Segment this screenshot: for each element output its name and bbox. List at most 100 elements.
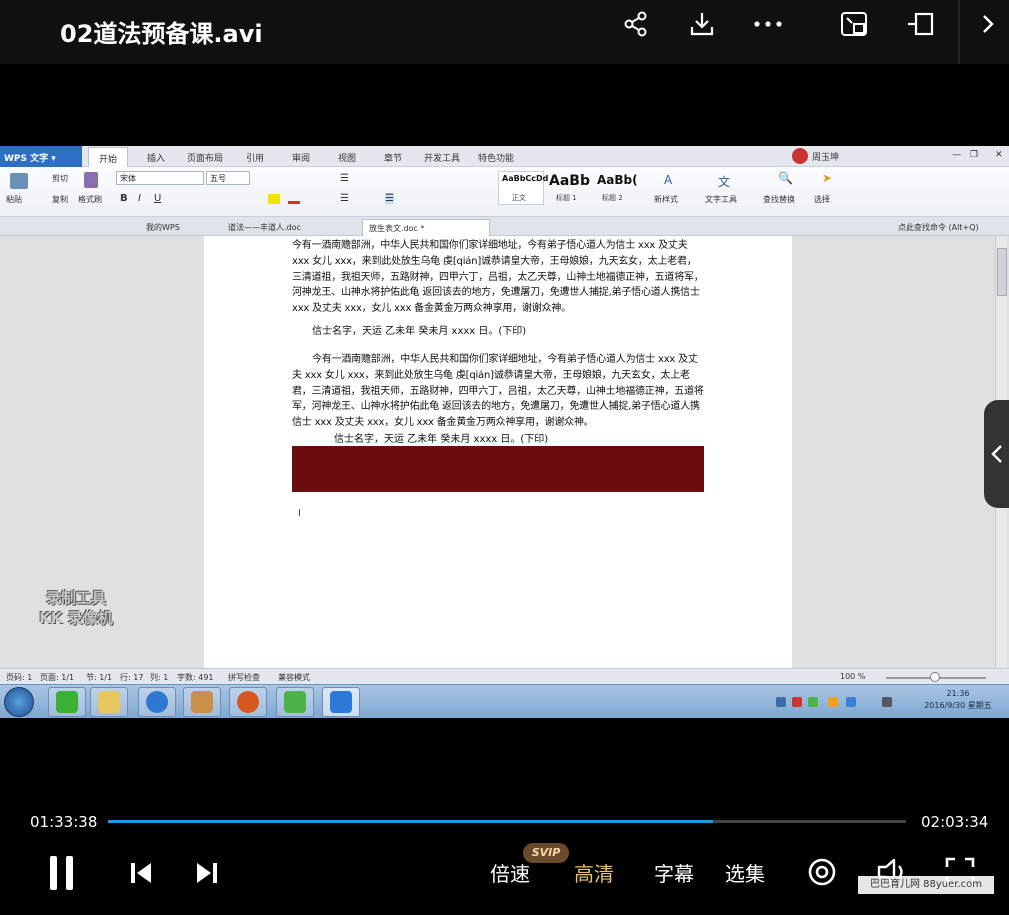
- paste-button[interactable]: 粘贴: [6, 194, 22, 205]
- cast-icon[interactable]: [904, 8, 936, 40]
- taskbar-explorer[interactable]: [90, 687, 128, 717]
- doc-tab-daofa[interactable]: 道法——丰道人.doc: [222, 219, 307, 236]
- font-size-select[interactable]: 五号: [206, 171, 250, 185]
- download-icon[interactable]: [686, 8, 718, 40]
- document-page[interactable]: 今有一酒南赡部洲，中华人民共和国你们家详细地址，今有弟子悟心道人为信士 xxx …: [204, 236, 792, 668]
- user-avatar[interactable]: [792, 148, 808, 164]
- total-time: 02:03:34: [921, 813, 989, 831]
- chevron-right-icon[interactable]: [972, 8, 1004, 40]
- taskbar-sogou[interactable]: [138, 687, 176, 717]
- pause-button[interactable]: [46, 854, 78, 892]
- user-name[interactable]: 周玉坤: [812, 150, 839, 163]
- taskbar-recorder[interactable]: [229, 687, 267, 717]
- text-tools-button[interactable]: 文字工具: [705, 194, 737, 205]
- more-icon[interactable]: [752, 8, 784, 40]
- episodes-button[interactable]: 选集: [725, 858, 765, 887]
- wps-icon: [330, 691, 352, 713]
- align-left-icon[interactable]: ☰: [340, 193, 349, 204]
- status-word-count[interactable]: 字数: 491: [177, 672, 214, 683]
- restore-icon[interactable]: ❐: [970, 150, 978, 160]
- taskbar-wechat[interactable]: [276, 687, 314, 717]
- previous-button[interactable]: [128, 860, 154, 890]
- bullets-icon[interactable]: ☰: [340, 173, 349, 184]
- share-icon[interactable]: [620, 8, 652, 40]
- zoom-slider-knob[interactable]: [930, 672, 940, 682]
- paragraph-1: 今有一酒南赡部洲，中华人民共和国你们家详细地址，今有弟子悟心道人为信士 xxx …: [292, 240, 704, 315]
- underline-icon[interactable]: U: [154, 193, 161, 204]
- audio-track-button[interactable]: [806, 856, 838, 892]
- format-painter-icon[interactable]: [84, 172, 98, 188]
- next-button[interactable]: [194, 860, 220, 890]
- progress-bar[interactable]: [108, 820, 906, 823]
- tab-features[interactable]: 特色功能: [478, 151, 514, 164]
- skip-next-icon: [197, 863, 217, 883]
- progress-bar-fill: [108, 820, 713, 823]
- tab-developer[interactable]: 开发工具: [424, 151, 460, 164]
- site-watermark: 巴巴育儿网 88yuer.com: [858, 876, 994, 894]
- speed-button[interactable]: 倍速: [490, 858, 530, 887]
- paste-icon[interactable]: [10, 173, 28, 189]
- command-search[interactable]: 点此查找命令 (Alt+Q): [892, 219, 985, 236]
- close-icon[interactable]: ✕: [995, 150, 1003, 160]
- wps-app-button[interactable]: WPS 文字 ▾: [0, 146, 82, 167]
- cursor-select-icon[interactable]: ➤: [822, 171, 832, 185]
- taskbar-image-app[interactable]: [183, 687, 221, 717]
- picture-in-picture-icon[interactable]: [838, 8, 870, 40]
- taskbar-wps[interactable]: [322, 687, 360, 717]
- iqiyi-icon: [56, 691, 78, 713]
- start-button[interactable]: [4, 687, 34, 717]
- select-button[interactable]: 选择: [814, 194, 830, 205]
- bold-icon[interactable]: B: [120, 193, 128, 204]
- recorder-watermark-line2: KK 录像机: [39, 609, 113, 627]
- ribbon-toolbar: 粘贴 剪切 复制 格式刷 宋体 五号 B I U ☰ ☰ ☰ AaBbCcDd …: [0, 167, 1009, 217]
- tab-section[interactable]: 章节: [384, 151, 402, 164]
- windows-taskbar: 21:36 2016/9/30 星期五: [0, 684, 1009, 718]
- tray-network-icon[interactable]: [776, 697, 786, 707]
- font-name-select[interactable]: 宋体: [116, 171, 204, 185]
- cut-button[interactable]: 剪切: [52, 173, 68, 184]
- tray-antivirus-icon[interactable]: [792, 697, 802, 707]
- new-style-icon[interactable]: A: [664, 173, 672, 187]
- align-justify-icon[interactable]: ☰: [385, 193, 394, 204]
- system-clock[interactable]: 21:36 2016/9/30 星期五: [918, 688, 998, 712]
- copy-button[interactable]: 复制: [52, 194, 68, 205]
- tray-wechat-icon[interactable]: [808, 697, 818, 707]
- font-color-icon[interactable]: [288, 194, 300, 204]
- status-page-number: 页码: 1: [6, 673, 33, 682]
- tab-references[interactable]: 引用: [246, 151, 264, 164]
- status-spell-check[interactable]: 拼写检查: [228, 672, 260, 683]
- tab-review[interactable]: 审阅: [292, 151, 310, 164]
- document-workspace: 今有一酒南赡部洲，中华人民共和国你们家详细地址，今有弟子悟心道人为信士 xxx …: [0, 236, 1009, 668]
- recorder-icon: [237, 691, 259, 713]
- find-icon[interactable]: 🔍: [778, 171, 793, 185]
- doc-tab-fangsheng[interactable]: 放生表文.doc *: [362, 219, 490, 236]
- new-style-button[interactable]: 新样式: [654, 194, 678, 205]
- status-section: 节: 1/1: [86, 673, 113, 682]
- highlight-icon[interactable]: [268, 194, 280, 204]
- italic-icon[interactable]: I: [138, 193, 141, 204]
- tray-volume-icon[interactable]: [882, 697, 892, 707]
- tab-view[interactable]: 视图: [338, 151, 356, 164]
- taskbar-iqiyi[interactable]: [48, 687, 86, 717]
- side-panel-handle[interactable]: [984, 400, 1009, 508]
- status-row: 行: 17: [120, 673, 144, 682]
- video-frame: WPS 文字 ▾ 开始 插入 页面布局 引用 审阅 视图 章节 开发工具 特色功…: [0, 146, 1009, 718]
- selected-garbled-text[interactable]: [292, 446, 704, 492]
- scrollbar-thumb[interactable]: [997, 248, 1007, 296]
- portrait-icon: [191, 691, 213, 713]
- tab-page-layout[interactable]: 页面布局: [187, 151, 223, 164]
- doc-tab-my-wps[interactable]: 我的WPS: [140, 219, 186, 236]
- pause-icon-bar: [66, 856, 73, 890]
- quality-button[interactable]: 高清: [574, 858, 614, 887]
- tray-shield-icon[interactable]: [846, 697, 856, 707]
- minimize-icon[interactable]: —: [952, 150, 961, 160]
- tray-qq-icon[interactable]: [828, 697, 838, 707]
- text-tools-icon[interactable]: 文: [718, 173, 730, 190]
- skip-previous-icon: [131, 863, 151, 883]
- subtitle-button[interactable]: 字幕: [654, 858, 694, 887]
- format-painter-button[interactable]: 格式刷: [78, 194, 102, 205]
- target-icon: [808, 858, 836, 886]
- tab-insert[interactable]: 插入: [147, 151, 165, 164]
- find-replace-button[interactable]: 查找替换: [763, 194, 795, 205]
- tab-home[interactable]: 开始: [88, 147, 129, 167]
